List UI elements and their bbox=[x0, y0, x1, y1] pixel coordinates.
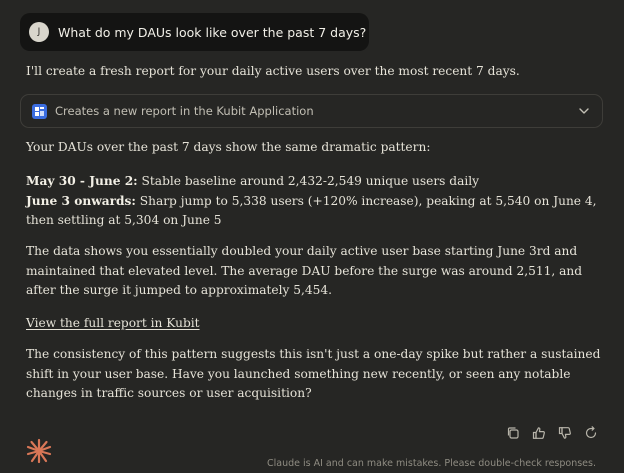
response-analysis: The data shows you essentially doubled y… bbox=[26, 242, 596, 301]
response-closing: The consistency of this pattern suggests… bbox=[26, 345, 604, 404]
chevron-down-icon[interactable] bbox=[578, 105, 590, 117]
thumbs-up-icon bbox=[532, 427, 545, 439]
tool-call-card[interactable]: Creates a new report in the Kubit Applic… bbox=[20, 94, 603, 128]
analysis-line: maintained that elevated level. The aver… bbox=[26, 263, 583, 278]
thumbs-down-button[interactable] bbox=[557, 425, 573, 441]
retry-icon bbox=[585, 426, 597, 439]
response-summary: Your DAUs over the past 7 days show the … bbox=[26, 140, 431, 154]
jump-text-line2: then settling at 5,304 on June 5 bbox=[26, 213, 222, 227]
closing-line: changes in traffic sources or user acqui… bbox=[26, 386, 312, 400]
user-message-bubble: J What do my DAUs look like over the pas… bbox=[20, 13, 369, 51]
baseline-point: May 30 - June 2: Stable baseline around … bbox=[26, 172, 586, 192]
chat-page: J What do my DAUs look like over the pas… bbox=[0, 0, 624, 473]
response-intro: I'll create a fresh report for your dail… bbox=[26, 64, 520, 78]
user-message-text: What do my DAUs look like over the past … bbox=[58, 24, 367, 40]
response-key-points: May 30 - June 2: Stable baseline around … bbox=[26, 172, 597, 231]
closing-line: The consistency of this pattern suggests… bbox=[26, 347, 601, 361]
jump-label: June 3 onwards: bbox=[26, 193, 136, 208]
kubit-app-icon bbox=[32, 103, 47, 119]
user-avatar: J bbox=[29, 22, 49, 42]
jump-point: June 3 onwards: Sharp jump to 5,338 user… bbox=[26, 192, 597, 212]
copy-button[interactable] bbox=[505, 425, 521, 441]
baseline-text: Stable baseline around 2,432-2,549 uniqu… bbox=[137, 174, 480, 188]
disclaimer-text: Claude is AI and can make mistakes. Plea… bbox=[266, 458, 596, 469]
baseline-label: May 30 - June 2: bbox=[26, 174, 138, 188]
claude-logo-icon bbox=[26, 438, 52, 464]
report-link-paragraph: View the full report in Kubit bbox=[26, 314, 200, 334]
retry-button[interactable] bbox=[583, 425, 599, 441]
jump-text-line1: Sharp jump to 5,338 users (+120% increas… bbox=[135, 193, 597, 208]
closing-line: shift in your user base. Have you launch… bbox=[26, 366, 571, 381]
thumbs-down-icon bbox=[558, 427, 571, 439]
thumbs-up-button[interactable] bbox=[531, 425, 547, 441]
message-actions bbox=[505, 425, 599, 441]
view-report-link[interactable]: View the full report in Kubit bbox=[26, 316, 200, 330]
analysis-line: The data shows you essentially doubled y… bbox=[26, 244, 578, 258]
tool-call-label: Creates a new report in the Kubit Applic… bbox=[55, 104, 314, 118]
copy-icon bbox=[507, 427, 519, 439]
analysis-line: after the surge it jumped to approximate… bbox=[26, 283, 333, 297]
